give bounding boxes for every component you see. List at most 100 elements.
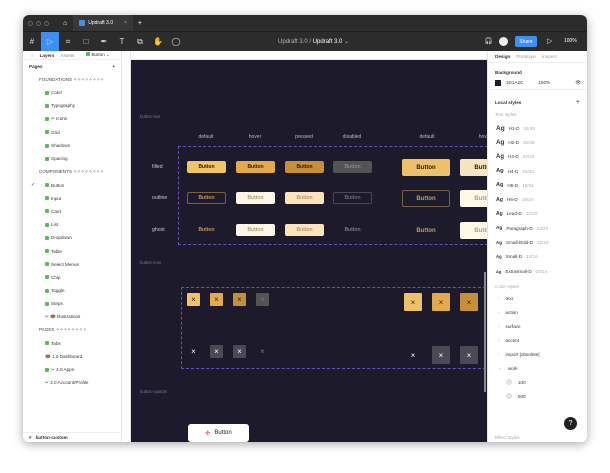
zoom-dropdown[interactable]: 100% — [564, 38, 577, 44]
icon-button[interactable]: × — [256, 345, 269, 358]
button-ghost-hover[interactable]: Button — [236, 224, 275, 236]
add-style-icon[interactable]: + — [576, 99, 580, 106]
page-item[interactable]: COMPONENTS ✧✧✧✧✧✧✧✧ — [23, 165, 121, 178]
button-large-filled[interactable]: Button — [402, 159, 450, 176]
page-item[interactable]: ✂ Icons — [23, 113, 121, 126]
page-item[interactable]: ✓ Button — [23, 179, 121, 192]
move-tool-icon[interactable]: ▷ — [41, 31, 59, 52]
button-ghost-pressed[interactable]: Button — [285, 224, 324, 236]
page-item[interactable]: FOUNDATIONS ✧✧✧✧✧✧✧✧ — [23, 73, 121, 86]
page-item[interactable]: Spacing — [23, 152, 121, 165]
avatar[interactable] — [499, 37, 508, 46]
button-outline-hover[interactable]: Button — [236, 192, 275, 204]
chevron-right-icon[interactable]: › — [498, 310, 500, 315]
button-ghost-disabled[interactable]: Button — [333, 224, 372, 236]
page-item[interactable]: ✂ 2.0 Apps — [23, 363, 121, 376]
page-item[interactable]: List — [23, 218, 121, 231]
icon-button-large[interactable]: × — [404, 293, 422, 311]
hand-tool-icon[interactable]: ✋ — [149, 32, 167, 52]
text-style-item[interactable]: Ag H2-D 32/48 — [488, 135, 587, 149]
text-style-item[interactable]: Ag Lead-D 14/20 — [488, 207, 587, 221]
button-outline-pressed[interactable]: Button — [285, 192, 324, 204]
icon-button[interactable]: × — [210, 293, 223, 306]
chevron-right-icon[interactable]: › — [498, 338, 500, 343]
color-group[interactable]: › import [obsolete] — [488, 347, 587, 361]
current-page-dropdown[interactable]: Button ⌄ — [86, 52, 110, 58]
icon-button-large[interactable]: × — [460, 293, 478, 311]
page-item[interactable]: Shadows — [23, 139, 121, 152]
page-item[interactable]: Card — [23, 205, 121, 218]
chevron-right-icon[interactable]: › — [498, 296, 500, 301]
file-tab[interactable]: Updraft 3.0 × — [73, 15, 133, 31]
canvas[interactable]: button-text button-icon button-custom ✣ B… — [131, 60, 487, 442]
page-item[interactable]: Steps — [23, 297, 121, 310]
text-style-item[interactable]: Ag H5-D 16/24 — [488, 178, 587, 192]
button-filled-disabled[interactable]: Button — [333, 161, 372, 173]
window-maximize[interactable] — [44, 20, 49, 26]
pen-tool-icon[interactable]: ✒ — [95, 32, 113, 52]
main-menu-icon[interactable]: # — [23, 32, 41, 52]
button-large-outline[interactable]: Button — [402, 190, 450, 207]
project-name[interactable]: Updraft 3.0 — [278, 39, 308, 45]
help-button[interactable]: ? — [564, 417, 577, 430]
button-large-ghost[interactable]: Button — [402, 222, 450, 239]
frame-label-button-custom[interactable]: button-custom — [140, 389, 167, 394]
text-style-item[interactable]: Ag H6-D 16/24 — [488, 192, 587, 206]
custom-button[interactable]: ✣ Button — [188, 424, 249, 442]
new-tab-button[interactable]: + — [138, 20, 142, 27]
visibility-icon[interactable]: 👁︎ — [575, 80, 581, 86]
button-large-outline[interactable]: Button — [460, 190, 487, 207]
page-item[interactable]: Grid — [23, 126, 121, 139]
icon-button[interactable]: × — [256, 293, 269, 306]
tab-design[interactable]: Design — [495, 54, 510, 59]
icon-button-large[interactable]: × — [432, 293, 450, 311]
frame-tool-icon[interactable]: ⌗ — [59, 32, 77, 52]
chevron-right-icon[interactable]: › — [498, 324, 500, 329]
text-style-item[interactable]: Ag Small-Bold-D 12/16 — [488, 235, 587, 249]
icon-button[interactable]: × — [187, 345, 200, 358]
background-opacity[interactable]: 100% — [538, 80, 550, 85]
page-item[interactable]: Chip — [23, 271, 121, 284]
chevron-right-icon[interactable]: › — [498, 352, 500, 357]
icon-button[interactable]: × — [210, 345, 223, 358]
page-item[interactable]: Tabs — [23, 337, 121, 350]
page-item[interactable]: Typography — [23, 99, 121, 112]
audio-icon[interactable]: 🎧︎ — [484, 37, 493, 45]
page-item[interactable]: Select Menus — [23, 258, 121, 271]
color-style-item[interactable]: 500 — [488, 389, 587, 403]
share-button[interactable]: Share — [515, 36, 537, 47]
text-style-item[interactable]: Ag Small-D 12/16 — [488, 250, 587, 264]
button-outline-default[interactable]: Button — [187, 192, 226, 204]
icon-button[interactable]: × — [187, 293, 200, 306]
page-item[interactable]: ✂ 🍩 Illustrations — [23, 310, 121, 323]
background-hex[interactable]: 1D1A2C — [506, 80, 523, 85]
frame-label-button-text[interactable]: button-text — [140, 114, 160, 119]
text-style-item[interactable]: Ag H3-D 24/40 — [488, 150, 587, 164]
page-item[interactable]: Dropdown — [23, 231, 121, 244]
text-style-item[interactable]: Ag H4-D 24/40 — [488, 164, 587, 178]
chevron-down-icon[interactable]: ⌄ — [498, 365, 502, 371]
home-icon[interactable]: ⌂ — [63, 20, 67, 27]
page-item[interactable]: PAGES ✧✧✧✧✧✧✧✧ — [23, 324, 121, 337]
page-item[interactable]: Color — [23, 86, 121, 99]
page-item[interactable]: Input — [23, 192, 121, 205]
breadcrumb[interactable]: Updraft 3.0 / Updraft 3.0 ⌄ — [278, 38, 349, 45]
resources-icon[interactable]: ⧉ — [131, 32, 149, 52]
background-swatch[interactable] — [495, 79, 501, 86]
button-filled-default[interactable]: Button — [187, 161, 226, 173]
window-close[interactable] — [28, 20, 33, 26]
color-group[interactable]: › accent — [488, 333, 587, 347]
window-minimize[interactable] — [36, 20, 41, 26]
shape-tool-icon[interactable]: □ — [77, 32, 95, 52]
button-filled-hover[interactable]: Button — [236, 161, 275, 173]
page-item[interactable]: ✂ 3.0 Account/Profile — [23, 376, 121, 389]
comment-tool-icon[interactable]: ◯ — [167, 32, 185, 52]
search-icon[interactable]: ⌕ — [31, 53, 34, 58]
button-large-filled[interactable]: Button — [460, 159, 487, 176]
color-style-item[interactable]: 100 — [488, 375, 587, 389]
tab-layers[interactable]: Layers — [40, 53, 55, 58]
button-ghost-default[interactable]: Button — [187, 224, 226, 236]
button-outline-disabled[interactable]: Button — [333, 192, 372, 204]
page-item[interactable]: 🍩 1.0 Dashboard — [23, 350, 121, 363]
text-style-item[interactable]: Ag H1-D 32/48 — [488, 121, 587, 135]
